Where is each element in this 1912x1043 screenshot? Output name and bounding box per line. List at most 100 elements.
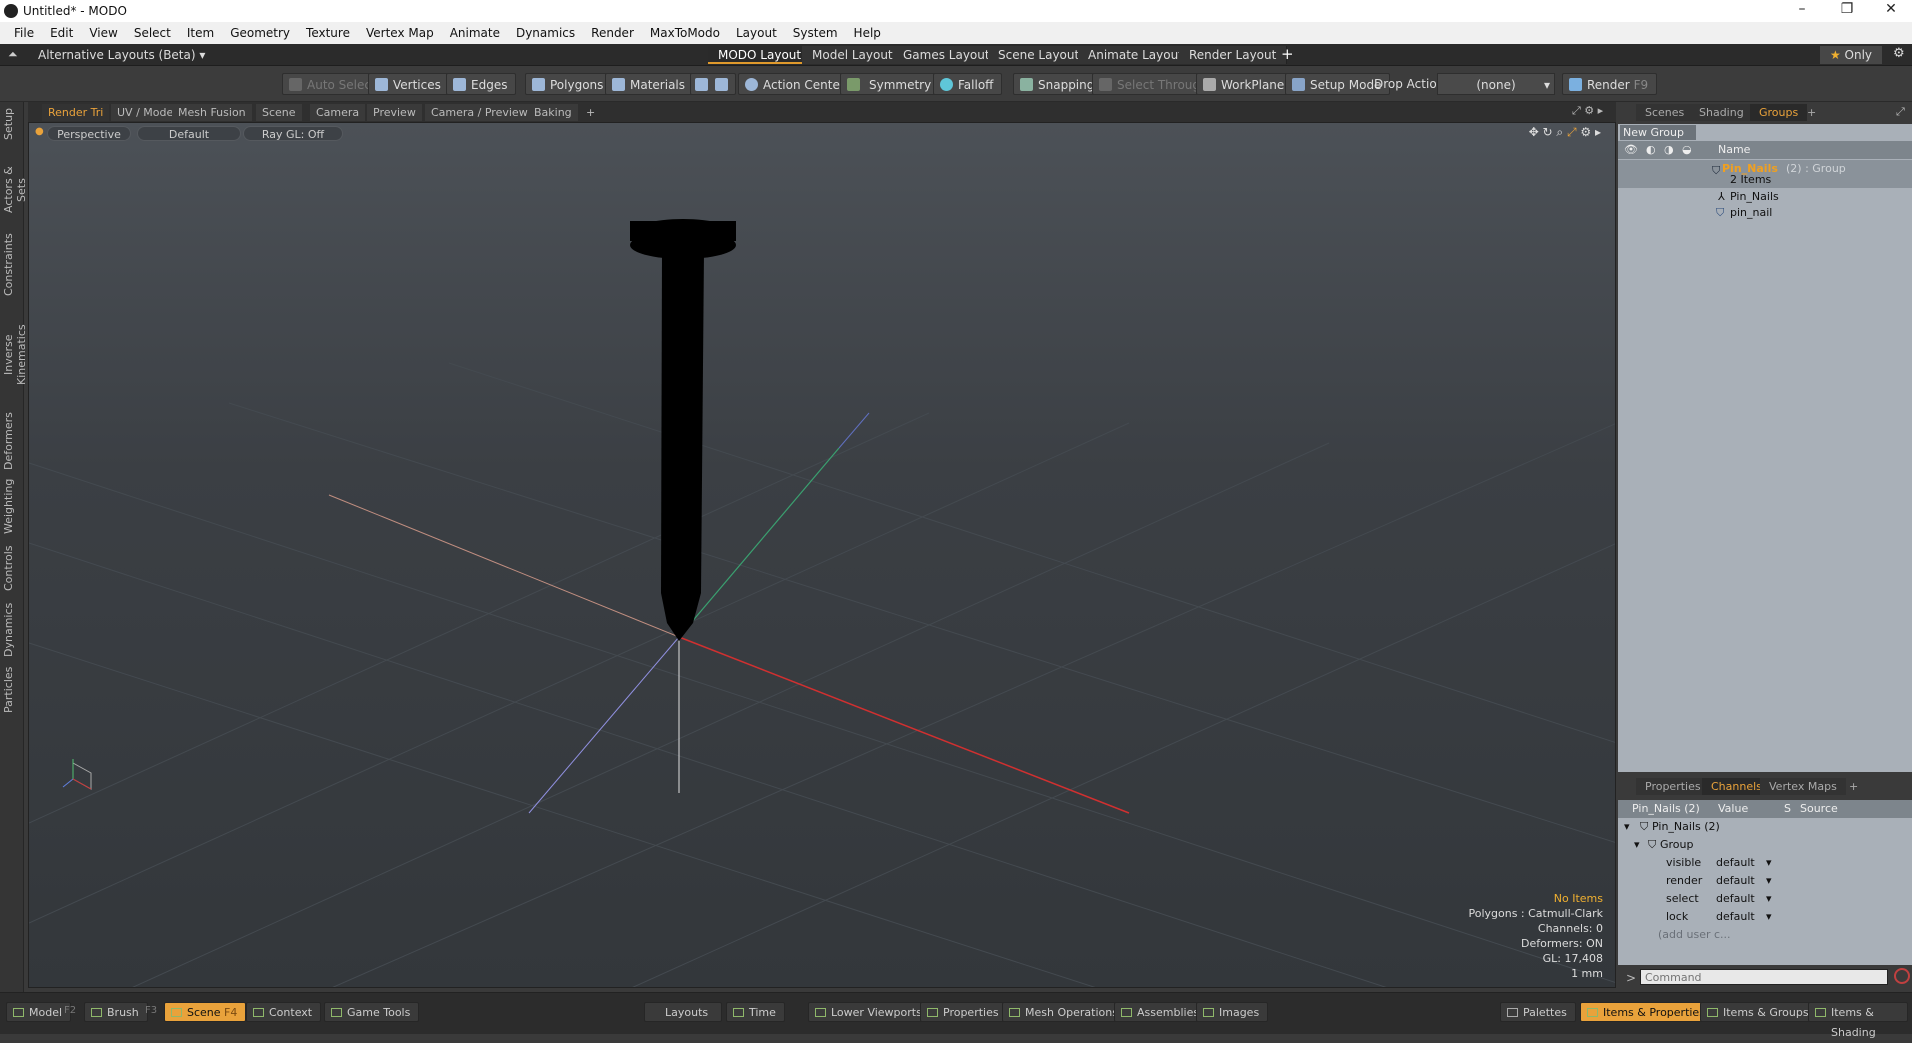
viewport-options-icon[interactable]: ⤢ ⚙ ▸ xyxy=(1572,104,1603,118)
tab-camera-preview[interactable]: Camera / Preview xyxy=(425,104,534,121)
tab-scene-layout[interactable]: Scene Layout xyxy=(988,46,1091,64)
items-shading-button[interactable]: Items & Shading xyxy=(1808,1002,1908,1039)
new-group-button[interactable]: New Group xyxy=(1620,125,1696,140)
tab-model-layout[interactable]: Model Layout xyxy=(802,46,904,64)
list-item-pin-nail-mesh[interactable]: ⛉ pin_nail xyxy=(1618,204,1912,222)
menu-maxtomodo[interactable]: MaxToModo xyxy=(642,26,728,40)
menu-dynamics[interactable]: Dynamics xyxy=(508,26,583,40)
side-tab-setup[interactable]: Setup xyxy=(2,106,22,142)
side-tab-constraints[interactable]: Constraints xyxy=(2,233,22,296)
expand-icon[interactable]: ⤢ xyxy=(1896,105,1905,119)
add-chan-tab-button[interactable]: + xyxy=(1840,778,1867,795)
command-input[interactable] xyxy=(1640,969,1888,985)
game-tools-button[interactable]: Game Tools xyxy=(324,1002,420,1022)
select-toggle-icon[interactable]: ◒ xyxy=(1682,141,1692,159)
tab-baking[interactable]: Baking xyxy=(528,104,578,121)
tab-scene[interactable]: Scene xyxy=(256,104,302,121)
tab-mesh-fusion[interactable]: Mesh Fusion xyxy=(172,104,252,121)
drop-action-select[interactable]: (none) ▾ xyxy=(1437,73,1555,95)
items-properties-button[interactable]: Items & Properties xyxy=(1580,1002,1714,1022)
menu-vertex-map[interactable]: Vertex Map xyxy=(358,26,442,40)
tab-games-layout[interactable]: Games Layout xyxy=(893,46,1001,64)
brush-button[interactable]: Brush xyxy=(84,1002,148,1022)
channel-value[interactable]: default xyxy=(1716,890,1755,908)
mesh-operations-button[interactable]: Mesh Operations xyxy=(1002,1002,1127,1022)
menu-render[interactable]: Render xyxy=(583,26,642,40)
tab-properties[interactable]: Properties xyxy=(1636,778,1710,795)
channel-row[interactable]: render default ▾ xyxy=(1618,872,1912,890)
action-center-button[interactable]: Action Center xyxy=(738,73,854,95)
tab-camera[interactable]: Camera xyxy=(310,104,366,121)
render-toggle-icon[interactable]: ◐ xyxy=(1646,141,1656,159)
tab-animate-layout[interactable]: Animate Layout xyxy=(1078,46,1194,64)
symmetry-button[interactable]: Symmetry xyxy=(840,73,941,95)
group-row-pin-nails[interactable]: ⛉ Pin_Nails (2) : Group 2 Items xyxy=(1618,160,1912,188)
chevron-down-icon[interactable]: ▾ xyxy=(1624,818,1630,836)
menu-edit[interactable]: Edit xyxy=(42,26,81,40)
layouts-button[interactable]: Layouts xyxy=(644,1002,722,1022)
tab-modo-layout[interactable]: MODO Layout xyxy=(708,46,813,64)
menu-layout[interactable]: Layout xyxy=(728,26,785,40)
snapping-button[interactable]: Snapping xyxy=(1013,73,1104,95)
close-icon[interactable]: ✕ xyxy=(1870,1,1912,17)
menu-file[interactable]: File xyxy=(6,26,42,40)
channel-row[interactable]: lock default ▾ xyxy=(1618,908,1912,926)
tab-vertex-maps[interactable]: Vertex Maps xyxy=(1760,778,1846,795)
restore-icon[interactable]: ❐ xyxy=(1826,1,1868,17)
chevron-down-icon[interactable]: ▾ xyxy=(1766,854,1772,872)
falloff-button[interactable]: Falloff xyxy=(933,73,1003,95)
tab-scenes[interactable]: Scenes xyxy=(1636,104,1694,121)
record-icon[interactable] xyxy=(1894,968,1910,984)
menu-item[interactable]: Item xyxy=(179,26,222,40)
side-tab-weighting[interactable]: Weighting xyxy=(2,478,22,534)
time-button[interactable]: Time xyxy=(726,1002,785,1022)
menu-help[interactable]: Help xyxy=(846,26,889,40)
items-groups-button[interactable]: Items & Groups xyxy=(1700,1002,1818,1022)
add-user-channel-row[interactable]: (add user c... xyxy=(1618,926,1912,944)
materials-button[interactable]: Materials xyxy=(605,73,695,95)
render-button[interactable]: Render F9 xyxy=(1562,73,1658,95)
lock-toggle-icon[interactable]: ◑ xyxy=(1664,141,1674,159)
tab-render-tri[interactable]: Render Tri xyxy=(42,104,110,121)
menu-geometry[interactable]: Geometry xyxy=(222,26,298,40)
images-button[interactable]: Images xyxy=(1196,1002,1269,1022)
channel-value[interactable]: default xyxy=(1716,854,1755,872)
channel-root-row[interactable]: ▾ ⛉ Pin_Nails (2) xyxy=(1618,818,1912,836)
3d-viewport[interactable]: ● Perspective Default Ray GL: Off ✥ ↻ ⌕ … xyxy=(28,122,1616,988)
add-tab-button[interactable]: + xyxy=(1798,104,1825,121)
channel-value[interactable]: default xyxy=(1716,908,1755,926)
channel-row[interactable]: select default ▾ xyxy=(1618,890,1912,908)
side-tab-dynamics[interactable]: Dynamics xyxy=(2,602,22,658)
menu-select[interactable]: Select xyxy=(126,26,179,40)
chevron-down-icon[interactable]: ▾ xyxy=(1766,908,1772,926)
menu-texture[interactable]: Texture xyxy=(298,26,358,40)
channel-value[interactable]: default xyxy=(1716,872,1755,890)
edges-button[interactable]: Edges xyxy=(446,73,517,95)
chevron-down-icon[interactable]: ▾ xyxy=(1766,872,1772,890)
scene-button[interactable]: Scene F4 xyxy=(164,1002,247,1022)
workplane-button[interactable]: WorkPlane xyxy=(1196,73,1294,95)
gear-icon[interactable]: ⚙ xyxy=(1893,46,1905,61)
palettes-button[interactable]: Palettes xyxy=(1500,1002,1576,1022)
tab-preview[interactable]: Preview xyxy=(367,104,422,121)
chevron-down-icon[interactable]: ▾ xyxy=(1634,836,1640,854)
alt-layouts-dropdown[interactable]: Alternative Layouts (Beta) ▾ xyxy=(38,48,205,62)
component-toggle-button[interactable] xyxy=(690,73,736,95)
menu-animate[interactable]: Animate xyxy=(442,26,508,40)
vertices-button[interactable]: Vertices xyxy=(368,73,450,95)
tab-shading[interactable]: Shading xyxy=(1690,104,1753,121)
side-tab-controls[interactable]: Controls xyxy=(2,542,22,594)
menu-view[interactable]: View xyxy=(81,26,125,40)
context-button[interactable]: Context xyxy=(246,1002,322,1022)
side-tab-inverse-kinematics[interactable]: Inverse Kinematics xyxy=(2,306,28,404)
side-tab-deformers[interactable]: Deformers xyxy=(2,412,22,470)
menu-system[interactable]: System xyxy=(785,26,846,40)
model-button[interactable]: Model xyxy=(6,1002,72,1022)
name-column-header[interactable]: Name xyxy=(1718,141,1750,159)
add-viewport-tab-button[interactable]: + xyxy=(580,104,601,121)
add-layout-button[interactable]: + xyxy=(1281,45,1294,63)
channel-row[interactable]: visible default ▾ xyxy=(1618,854,1912,872)
side-tab-actors-sets[interactable]: Actors & Sets xyxy=(2,154,28,226)
tab-render-layout[interactable]: Render Layout xyxy=(1179,46,1288,64)
eye-icon[interactable]: 👁 xyxy=(1624,141,1638,159)
